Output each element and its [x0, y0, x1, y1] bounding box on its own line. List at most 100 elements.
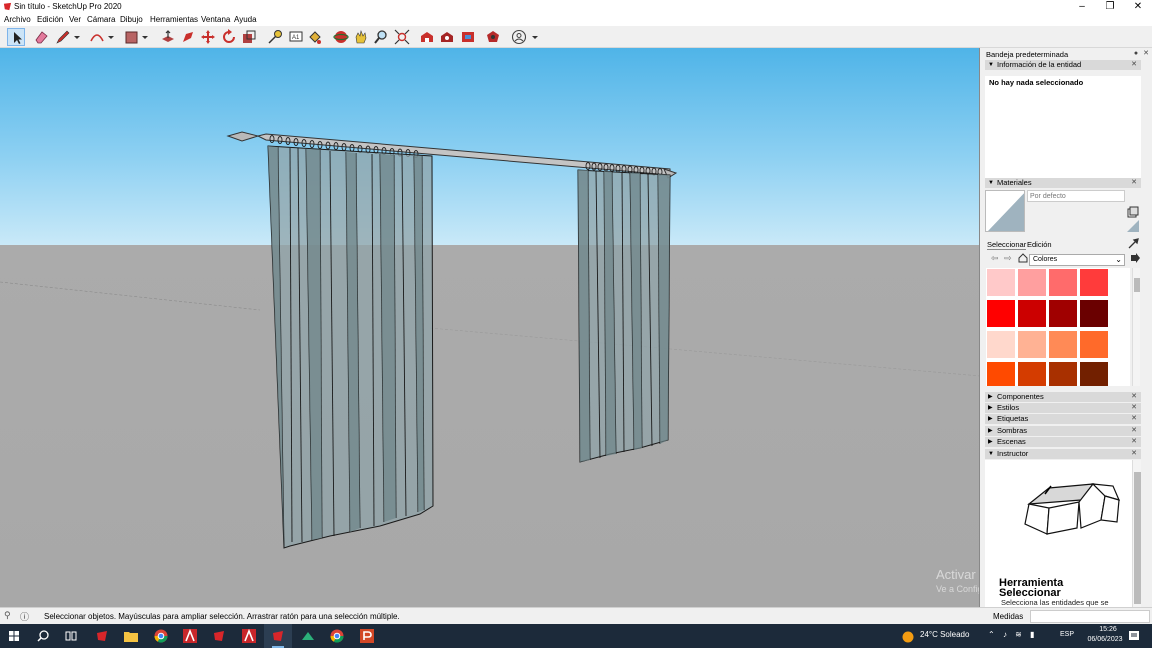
minimize-button[interactable]: –	[1068, 0, 1096, 14]
pencil-dropdown[interactable]	[72, 28, 82, 46]
material-swatch[interactable]	[987, 331, 1015, 358]
back-arrow-icon[interactable]: ⇦	[991, 253, 999, 264]
eraser-tool-button[interactable]	[32, 28, 50, 46]
battery-icon[interactable]: ▮	[1030, 630, 1034, 639]
taskbar-app[interactable]	[294, 624, 322, 648]
panel-header-escenas[interactable]: ▶ Escenas	[985, 437, 1141, 447]
rectangle-tool-button[interactable]	[122, 28, 140, 46]
close-button[interactable]: ✕	[1124, 0, 1152, 14]
geo-location-icon[interactable]: ⚲	[4, 610, 11, 621]
instructor-scrollbar[interactable]	[1132, 460, 1141, 607]
collection-select[interactable]: Colores ⌄	[1029, 254, 1125, 266]
tab-edit[interactable]: Edición	[1027, 240, 1052, 249]
extension-manager-button[interactable]	[484, 28, 502, 46]
taskbar-sketchup-active[interactable]	[264, 624, 292, 648]
entity-info-header[interactable]: ▼ Información de la entidad	[985, 60, 1141, 70]
3d-warehouse-button[interactable]	[418, 28, 436, 46]
material-swatch[interactable]	[1049, 269, 1077, 296]
material-swatch[interactable]	[1080, 362, 1108, 386]
material-swatch[interactable]	[987, 362, 1015, 386]
shape-dropdown[interactable]	[140, 28, 150, 46]
push-pull-tool-button[interactable]	[159, 28, 177, 46]
taskbar-powerpoint[interactable]	[353, 624, 381, 648]
taskbar-sketchup-2[interactable]	[205, 624, 233, 648]
clock-date[interactable]: 06/06/2023	[1081, 636, 1129, 643]
pan-tool-button[interactable]	[352, 28, 370, 46]
details-arrow-icon[interactable]	[1130, 253, 1140, 263]
text-tool-button[interactable]: A1	[287, 28, 305, 46]
menu-ayuda[interactable]: Ayuda	[234, 15, 257, 24]
tray-pin-icon[interactable]: ●	[1132, 50, 1140, 58]
start-button[interactable]	[0, 624, 28, 648]
panel-header-componentes[interactable]: ▶ Componentes	[985, 392, 1141, 402]
material-swatch[interactable]	[1018, 331, 1046, 358]
volume-icon[interactable]: ♪	[1003, 630, 1007, 639]
account-button[interactable]	[510, 28, 528, 46]
material-name-field[interactable]: Por defecto	[1027, 190, 1125, 202]
tape-measure-tool-button[interactable]	[266, 28, 284, 46]
weather-text[interactable]: 24°C Soleado	[920, 630, 969, 639]
material-swatch[interactable]	[987, 269, 1015, 296]
create-material-icon[interactable]	[1127, 206, 1139, 218]
materials-close-icon[interactable]: ✕	[1130, 179, 1138, 187]
paint-bucket-tool-button[interactable]	[306, 28, 324, 46]
menu-ventana[interactable]: Ventana	[201, 15, 230, 24]
tray-close-icon[interactable]: ✕	[1142, 50, 1150, 58]
material-swatch[interactable]	[1080, 300, 1108, 327]
swatch-scrollbar[interactable]	[1132, 268, 1140, 386]
move-tool-button[interactable]	[199, 28, 217, 46]
materials-header[interactable]: ▼ Materiales	[985, 178, 1141, 188]
tab-select[interactable]: Seleccionar	[987, 240, 1027, 250]
instructor-scroll-thumb[interactable]	[1134, 472, 1141, 604]
material-swatch[interactable]	[1049, 362, 1077, 386]
taskbar-chrome-2[interactable]	[323, 624, 351, 648]
maximize-button[interactable]: ❐	[1096, 0, 1124, 14]
menu-ver[interactable]: Ver	[69, 15, 81, 24]
chevron-up-icon[interactable]: ⌃	[988, 630, 995, 639]
clock-time[interactable]: 15:26	[1088, 626, 1128, 633]
material-swatch[interactable]	[1080, 269, 1108, 296]
panel-header-estilos[interactable]: ▶ Estilos	[985, 403, 1141, 413]
menu-herramientas[interactable]: Herramientas	[150, 15, 198, 24]
wifi-icon[interactable]: ≋	[1015, 630, 1022, 639]
swatch-scroll-thumb[interactable]	[1134, 278, 1140, 292]
panel-close-icon[interactable]: ✕	[1130, 438, 1138, 446]
drawing-viewport[interactable]: Activar Windows Ve a Configuración para …	[0, 48, 980, 607]
arc-dropdown[interactable]	[106, 28, 116, 46]
zoom-tool-button[interactable]	[372, 28, 390, 46]
notifications-icon[interactable]	[1128, 630, 1140, 642]
system-tray-icons[interactable]: ⌃ ♪ ≋ ▮	[988, 630, 1035, 639]
send-to-layout-button[interactable]	[459, 28, 477, 46]
arc-tool-button[interactable]	[88, 28, 106, 46]
material-swatch[interactable]	[1018, 300, 1046, 327]
taskbar-file-explorer[interactable]	[117, 624, 145, 648]
menu-dibujo[interactable]: Dibujo	[120, 15, 143, 24]
sample-paint-icon[interactable]	[1127, 220, 1139, 232]
scale-tool-button[interactable]	[240, 28, 258, 46]
taskbar-chrome-1[interactable]	[147, 624, 175, 648]
instructor-close-icon[interactable]: ✕	[1130, 450, 1138, 458]
forward-arrow-icon[interactable]: ⇨	[1004, 253, 1012, 264]
select-tool-button[interactable]	[7, 28, 25, 46]
task-view-button[interactable]	[57, 624, 85, 648]
panel-close-icon[interactable]: ✕	[1130, 404, 1138, 412]
taskbar-autocad-2[interactable]	[235, 624, 263, 648]
extension-warehouse-button[interactable]	[438, 28, 456, 46]
panel-close-icon[interactable]: ✕	[1130, 427, 1138, 435]
material-swatch[interactable]	[1018, 269, 1046, 296]
rotate-tool-button[interactable]	[220, 28, 238, 46]
orbit-tool-button[interactable]	[332, 28, 350, 46]
material-swatch[interactable]	[987, 300, 1015, 327]
menu-edicion[interactable]: Edición	[37, 15, 63, 24]
home-icon[interactable]	[1018, 253, 1028, 263]
search-taskbar-button[interactable]	[29, 624, 57, 648]
panel-header-sombras[interactable]: ▶ Sombras	[985, 426, 1141, 436]
material-swatch[interactable]	[1018, 362, 1046, 386]
menu-archivo[interactable]: Archivo	[4, 15, 31, 24]
material-swatch[interactable]	[1049, 300, 1077, 327]
account-dropdown[interactable]	[530, 28, 540, 46]
pencil-tool-button[interactable]	[54, 28, 72, 46]
language-indicator[interactable]: ESP	[1060, 631, 1074, 638]
measures-input[interactable]	[1030, 610, 1150, 623]
zoom-extents-tool-button[interactable]	[393, 28, 411, 46]
